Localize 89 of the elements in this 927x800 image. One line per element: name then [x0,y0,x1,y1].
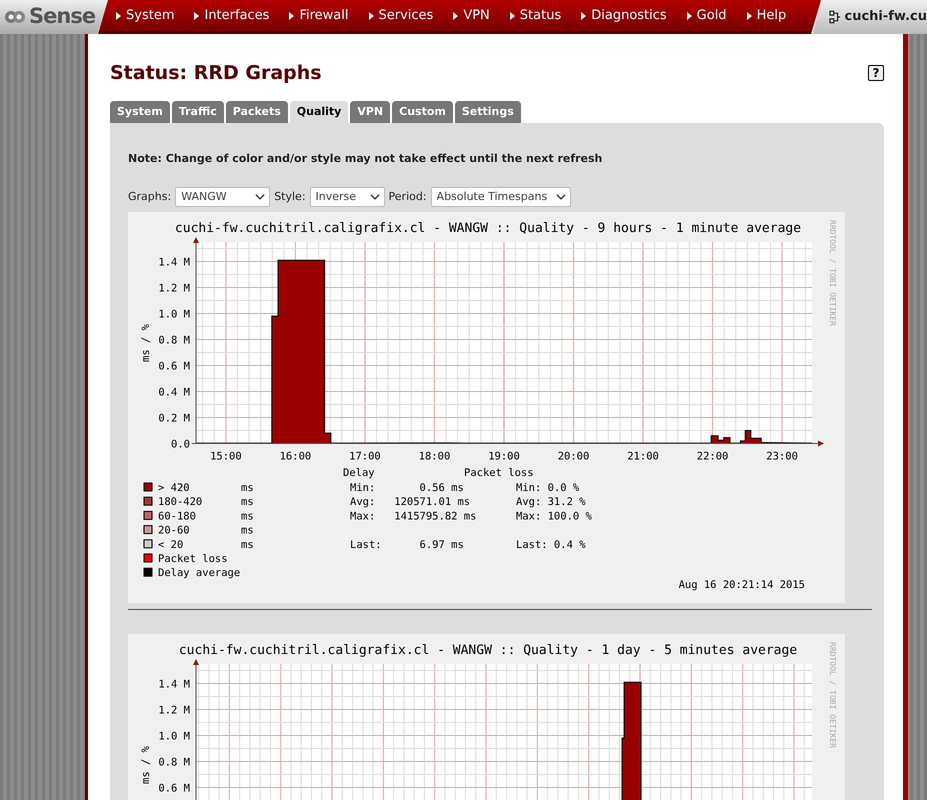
legend-unit: ms [241,496,254,508]
legend-label: Delay average [158,567,240,579]
triangle-icon [746,12,752,20]
legend-label: > 420 [158,482,190,494]
tick-label: 19:00 [488,450,520,462]
triangle-icon [289,12,294,20]
tab[interactable]: VPN [350,100,390,124]
tab[interactable]: Settings [454,100,521,124]
network-icon [829,10,840,24]
triangle-icon [686,12,692,20]
tick-label: 1.0 M [158,308,190,320]
stat-text: Max: 1415795.82 ms [350,510,476,522]
chart-title: cuchi-fw.cuchitril.caligrafix.cl - WANGW :: Quality - 1 day - 5 minutes average [178,642,798,658]
timestamp: Aug 16 20:21:14 2015 [678,578,805,591]
menu-link[interactable]: Interfaces [184,6,280,26]
tick-label: 0.4 M [158,386,190,398]
tick-label: 0.8 M [158,756,190,768]
legend-unit: ms [241,524,254,536]
stat-text: Min: 0.0 % [516,482,580,494]
triangle-icon [581,12,586,20]
menu-link[interactable]: Gold [676,6,737,26]
triangle-icon [453,12,458,20]
menu-link[interactable]: Services [358,6,444,26]
legend-label: 60-180 [158,510,196,522]
tick-label: 0.6 M [158,782,190,794]
dropdown[interactable]: WANGW [175,186,270,207]
menu-link[interactable]: Diagnostics [571,6,677,26]
legend-label: 180-420 [158,496,202,508]
tab[interactable]: Packets [226,100,288,124]
tick-label: 1.2 M [158,704,190,716]
note-text: Note: Change of color and/or style may not take effect until the next refresh [128,151,604,168]
field-label: Period: [388,188,427,205]
legend-label: 20-60 [158,524,190,536]
credit-text: RRDTOOL / TOBI OETIKER [828,220,837,326]
field-label: Graphs: [128,188,172,205]
legend-label: Packet loss [158,552,228,565]
triangle-icon [116,12,121,20]
triangle-icon [194,12,200,20]
tick-label: 0.2 M [158,412,190,424]
legend-unit: ms [241,510,254,522]
tick-label: 0.0 [171,438,190,450]
tick-label: 17:00 [349,450,381,462]
logo-icon [4,8,26,26]
tab[interactable]: Custom [392,100,453,124]
stat-text: Avg: 31.2 % [516,496,586,508]
menu-link[interactable]: VPN [443,6,500,26]
menu-link[interactable]: Status [500,6,572,26]
column-header: Delay [343,466,375,479]
field-label: Style: [274,188,306,205]
tab[interactable]: System [110,100,170,124]
tick-label: 18:00 [418,450,450,462]
tick-label: 1.2 M [158,282,190,294]
y-axis-label: ms / % [140,746,152,784]
credit-text: RRDTOOL / TOBI OETIKER [828,642,837,748]
tick-label: 1.4 M [158,256,190,268]
tick-label: 1.4 M [158,678,190,690]
column-header: Packet loss [464,466,534,479]
stat-text: Min: 0.56 ms [350,482,464,494]
tick-label: 15:00 [210,450,242,462]
legend-label: < 20 [158,538,184,551]
tick-label: 23:00 [766,450,798,462]
triangle-icon [510,12,515,20]
logo-text: Sense [29,3,96,30]
stat-text: Last: 0.4 % [516,538,586,551]
tick-label: 1.0 M [158,730,190,742]
stat-text: Max: 100.0 % [516,510,592,522]
tab[interactable]: Traffic [172,100,224,124]
menu-link[interactable]: Firewall [279,6,358,26]
triangle-icon [368,12,374,20]
tick-label: 20:00 [558,450,590,462]
y-axis-label: ms / % [140,324,152,362]
stat-text: Last: 6.97 ms [350,538,464,551]
tab[interactable]: Quality [290,100,348,124]
dropdown[interactable]: Absolute Timespans [430,186,571,207]
hostname: cuchi-fw.cu [844,8,927,26]
page-title: Status: RRD Graphs [110,62,322,85]
legend-unit: ms [241,482,254,494]
tick-label: 0.6 M [158,360,190,372]
tick-label: 0.8 M [158,334,190,346]
tick-label: 16:00 [280,450,312,462]
tick-label: 22:00 [696,450,728,462]
chart-title: cuchi-fw.cuchitril.caligrafix.cl - WANGW :: Quality - 9 hours - 1 minute average [174,220,802,236]
help-button[interactable]: ? [868,65,884,82]
legend-unit: ms [241,538,254,551]
stat-text: Avg: 120571.01 ms [350,496,470,508]
dropdown[interactable]: Inverse [310,186,385,207]
menu-link[interactable]: System [106,6,184,26]
menu-link[interactable]: Help [736,6,796,26]
tick-label: 21:00 [627,450,659,462]
